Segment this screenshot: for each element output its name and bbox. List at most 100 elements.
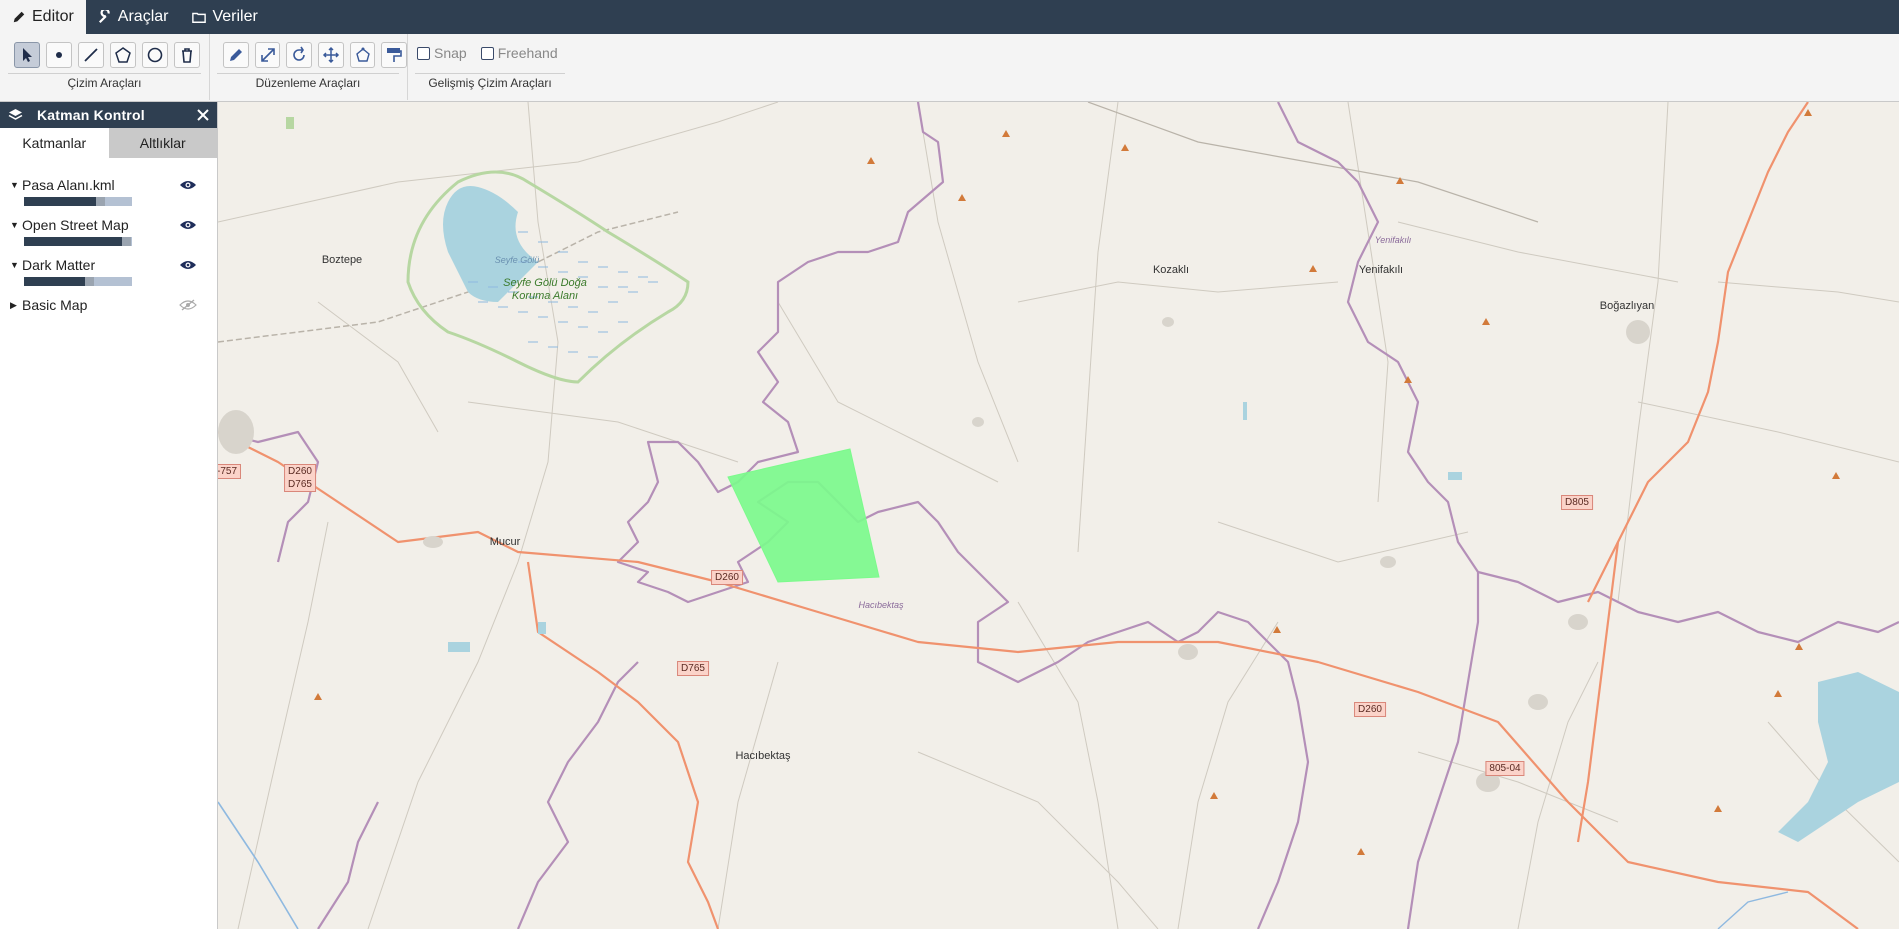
advanced-tools-label: Gelişmiş Çizim Araçları [428,76,552,90]
group-separator [217,73,399,74]
peak-marker [1774,690,1782,697]
peak-marker [1714,805,1722,812]
polygon-edit-icon [355,47,370,62]
point-icon [56,52,62,58]
reservoir [1778,672,1899,842]
river [1717,891,1789,929]
tab-altliklar[interactable]: Altlıklar [108,128,217,158]
road-shield: D260 [1354,702,1386,717]
style-tool-button[interactable] [381,42,408,68]
rotate-tool-button[interactable] [286,42,313,68]
freehand-label: Freehand [497,45,558,61]
road-shield: -757 [218,464,242,479]
place-label: Hacıbektaş [735,750,791,762]
tab-veriler-label: Veriler [212,8,258,25]
river [218,801,299,929]
peak-marker [1309,265,1317,272]
road-shield: D805 [1561,495,1593,510]
scale-tool-button[interactable] [254,42,281,68]
snap-label: Snap [434,45,467,61]
place-label: Kozaklı [1152,264,1190,276]
tab-editor-label: Editor [32,8,74,25]
freehand-checkbox-box[interactable] [480,46,494,60]
eye-icon[interactable] [179,259,197,271]
expand-caret-icon[interactable]: ▼ [10,260,22,270]
point-tool-button[interactable] [46,42,72,68]
circle-tool-button[interactable] [142,42,168,68]
map-canvas[interactable]: Boztepe Seyfe Gölü Seyfe Gölü Doğa Korum… [218,102,1899,929]
scale-icon [260,48,275,62]
road-shield: D260 D765 [284,464,316,492]
road-shield: 805-04 [1485,761,1525,776]
settlements [218,317,1650,792]
park [286,117,294,129]
peak-marker [1482,318,1490,325]
eye-hidden-icon[interactable] [179,299,197,311]
layer-list: ▼ Pasa Alanı.kml ▼ Open Street Map ▼ Dar… [0,158,217,334]
rotate-icon [293,46,305,61]
freehand-checkbox[interactable]: Freehand [480,45,558,61]
district-label: Hacıbektaş [858,600,904,610]
eye-icon[interactable] [179,179,197,191]
eye-icon[interactable] [179,219,197,231]
opacity-slider[interactable] [24,277,132,286]
snap-checkbox-box[interactable] [417,46,430,60]
layer-item: ▶ Basic Map [0,294,217,334]
circle-icon [147,47,163,63]
pond [1243,402,1247,420]
peak-marker [1357,848,1365,855]
map-base [218,102,1899,929]
opacity-slider[interactable] [24,237,132,246]
editing-tools-group: Düzenleme Araçları [209,34,408,100]
polygon-tool-button[interactable] [110,42,136,68]
move-icon [322,46,339,64]
pencil-icon [13,11,25,23]
polygon-icon [115,47,131,63]
railway [1087,102,1539,223]
pond [1448,472,1462,480]
peak-marker [958,194,966,201]
road-shield-line: D765 [288,479,312,490]
peak-marker [1795,643,1803,650]
advanced-tools-group: Snap Freehand Gelişmiş Çizim Araçları [407,34,573,100]
peak-marker [1396,177,1404,184]
close-icon[interactable] [197,109,209,121]
layer-name: Pasa Alanı.kml [22,177,115,193]
line-icon [84,48,98,62]
place-label: Mucur [489,536,521,548]
pond [538,622,546,634]
pond [448,642,470,652]
opacity-slider[interactable] [24,197,132,206]
panel-tabs: Katmanlar Altlıklar [0,128,217,158]
editing-tools-label: Düzenleme Araçları [255,76,361,90]
peak-marker [1804,109,1812,116]
tab-editor[interactable]: Editor [0,0,86,34]
toolbar: Çizim Araçları Düzenleme Araçları Snap F… [0,34,1899,102]
delete-tool-button[interactable] [174,42,200,68]
lake-label: Seyfe Gölü [494,255,540,265]
vertex-edit-tool-button[interactable] [349,42,376,68]
select-tool-button[interactable] [14,42,40,68]
place-label: Boğazlıyan [1599,300,1655,312]
snap-checkbox[interactable]: Snap [417,45,467,61]
tab-araclar[interactable]: Araçlar [86,0,181,34]
tab-veriler[interactable]: Veriler [180,0,269,34]
expand-caret-icon[interactable]: ▼ [10,220,22,230]
peak-marker [1210,792,1218,799]
edit-tool-button[interactable] [223,42,249,68]
group-separator [415,73,565,74]
layer-name: Open Street Map [22,217,129,233]
collapse-caret-icon[interactable]: ▶ [10,300,22,311]
peak-marker [1832,472,1840,479]
layer-name: Basic Map [22,297,88,313]
select-icon [23,48,32,62]
line-tool-button[interactable] [78,42,104,68]
road-shield: D260 [711,570,743,585]
move-tool-button[interactable] [318,42,344,68]
tab-katmanlar[interactable]: Katmanlar [0,128,109,158]
layer-name: Dark Matter [22,257,96,273]
expand-caret-icon[interactable]: ▼ [10,180,22,190]
peak-marker [867,157,875,164]
layer-item: ▼ Open Street Map [0,214,217,254]
tab-araclar-label: Araçlar [117,8,169,25]
